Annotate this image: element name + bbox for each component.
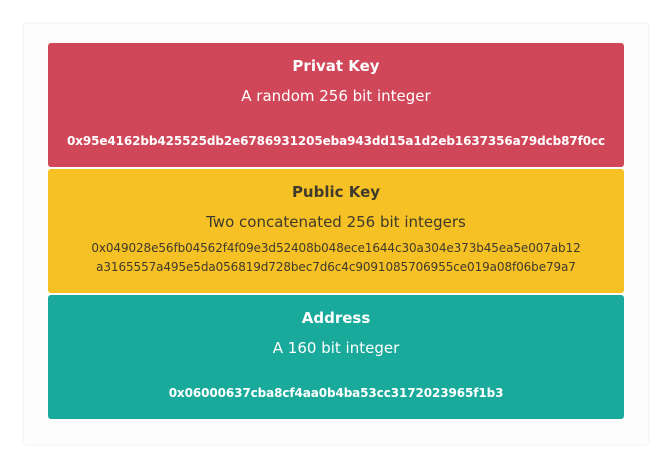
address-value: 0x06000637cba8cf4aa0b4ba53cc3172023965f1… [168,386,504,400]
private-key-value: 0x95e4162bb425525db2e6786931205eba943dd1… [66,134,606,148]
public-key-value: 0x049028e56fb04562f4f09e3d52408b048ece16… [64,239,608,277]
address-description: A 160 bit integer [272,339,400,357]
private-key-card: Privat Key A random 256 bit integer 0x95… [48,43,624,167]
public-key-title: Public Key [291,183,381,201]
public-key-description: Two concatenated 256 bit integers [206,213,466,231]
public-key-value-line-1: 0x049028e56fb04562f4f09e3d52408b048ece16… [91,241,581,255]
private-key-description: A random 256 bit integer [241,87,431,105]
private-key-title: Privat Key [292,57,380,75]
address-card: Address A 160 bit integer 0x06000637cba8… [48,295,624,419]
public-key-card: Public Key Two concatenated 256 bit inte… [48,169,624,293]
public-key-value-line-2: a3165557a495e5da056819d728bec7d6c4c90910… [96,260,576,274]
address-title: Address [301,309,371,327]
